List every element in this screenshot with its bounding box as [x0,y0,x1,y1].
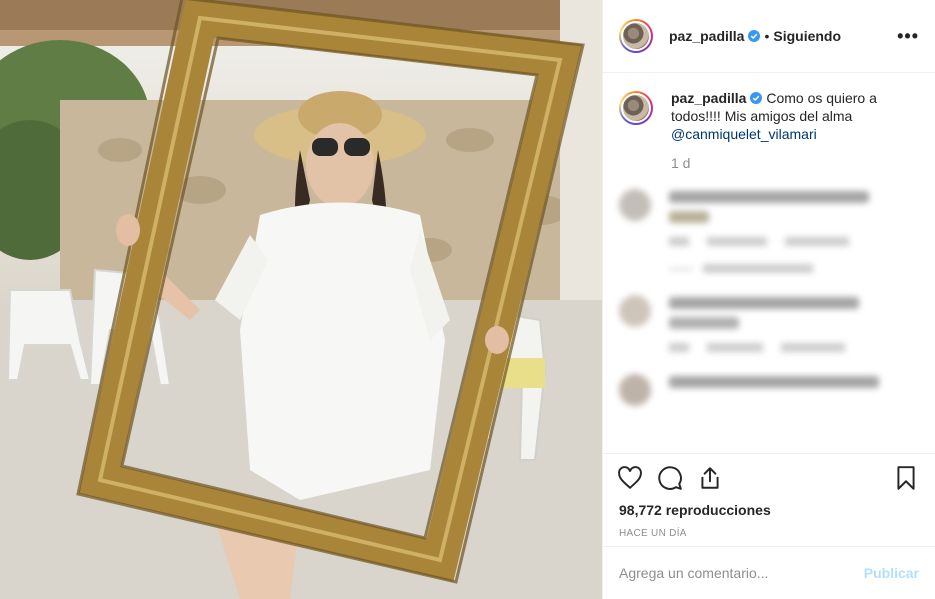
caption-mention-link[interactable]: @canmiquelet_vilamari [671,126,817,142]
bookmark-icon[interactable] [893,465,919,491]
comment-item [619,295,919,352]
comment-avatar [619,189,651,221]
share-icon[interactable] [697,465,723,491]
comment-icon[interactable] [657,465,683,491]
author-avatar[interactable] [619,19,653,53]
comments-list[interactable]: paz_padilla Como os quiero a todos!!!! M… [603,73,935,453]
post-video[interactable] [0,0,602,599]
view-count[interactable]: 98,772 reproducciones [603,494,935,518]
add-comment-bar: Publicar [603,546,935,599]
comment-body [669,189,899,273]
comment-body [669,295,899,352]
comment-item [619,374,919,406]
caption-text: paz_padilla Como os quiero a todos!!!! M… [671,89,909,143]
post-actions: 98,772 reproducciones HACE UN DÍA Public… [603,453,935,599]
caption-age: 1 d [671,155,691,171]
heart-icon[interactable] [617,465,643,491]
comment-input[interactable] [619,565,856,581]
author-username[interactable]: paz_padilla [669,28,744,44]
caption-avatar[interactable] [619,91,653,125]
instagram-post: paz_padilla • Siguiendo ••• paz_padilla … [0,0,935,599]
comment-avatar [619,374,651,406]
post-timestamp[interactable]: HACE UN DÍA [603,518,935,539]
publish-button[interactable]: Publicar [864,565,919,581]
caption-verified-icon [750,92,763,104]
comment-body [669,374,899,388]
caption-username[interactable]: paz_padilla [671,90,746,106]
verified-badge-icon [748,30,761,42]
post-header: paz_padilla • Siguiendo ••• [603,0,935,73]
comment-avatar [619,295,651,327]
video-frame-illustration [0,0,602,599]
comment-item [619,189,919,273]
post-side-panel: paz_padilla • Siguiendo ••• paz_padilla … [602,0,935,599]
post-caption: paz_padilla Como os quiero a todos!!!! M… [619,89,919,143]
blurred-comments [619,189,919,406]
separator-dot: • [764,28,770,44]
more-options-icon[interactable]: ••• [897,26,919,47]
following-button[interactable]: Siguiendo [773,28,841,44]
action-icons [603,454,935,494]
